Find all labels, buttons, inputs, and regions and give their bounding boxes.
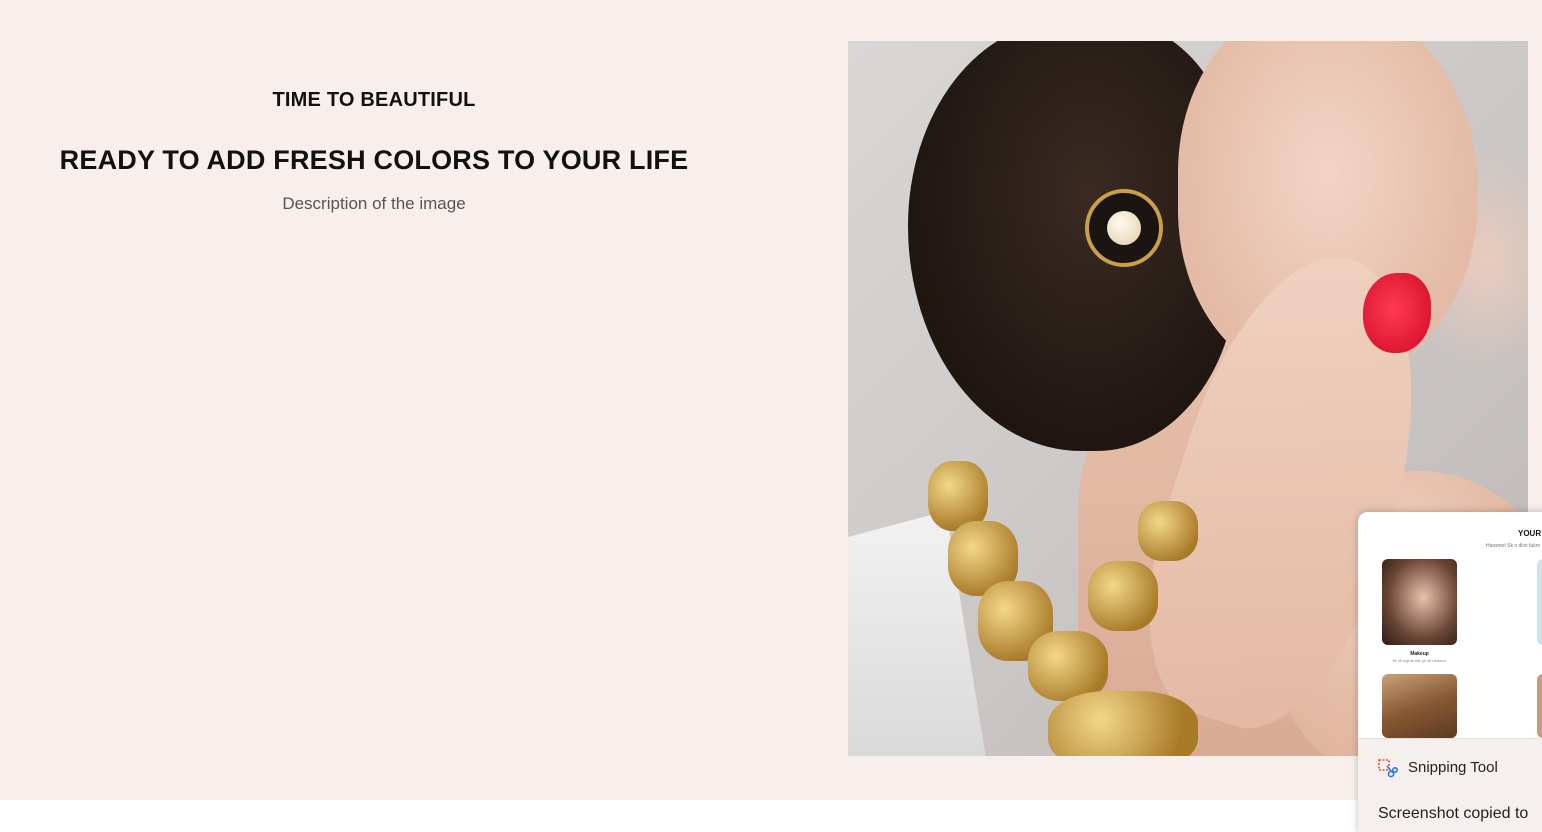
section-headline: READY TO ADD FRESH COLORS TO YOUR LIFE xyxy=(59,145,689,175)
hero-image-chain-link xyxy=(1028,631,1108,701)
section-description: Description of the image xyxy=(282,194,466,213)
snipping-tool-icon xyxy=(1378,759,1398,778)
notification-footer: Snipping Tool Screenshot copied to xyxy=(1358,738,1542,832)
snipping-tool-notification[interactable]: YOUR S Hassmet Sk n dkin fukre Makeup li… xyxy=(1358,512,1542,832)
hero-image-chain-link xyxy=(1138,501,1198,561)
preview-card-hair xyxy=(1382,674,1457,738)
preview-card-partial xyxy=(1537,559,1542,645)
notification-message: Screenshot copied to xyxy=(1378,805,1529,822)
preview-card-partial xyxy=(1537,674,1542,738)
preview-card-makeup xyxy=(1382,559,1457,645)
hero-image-chain-link xyxy=(1088,561,1158,631)
notification-app-name: Snipping Tool xyxy=(1408,759,1498,776)
hero-image-chain-link xyxy=(1048,691,1198,756)
preview-subtitle: Hassmet Sk n dkin fukre xyxy=(1486,543,1541,549)
hero-image-lips xyxy=(1363,273,1431,353)
preview-title: YOUR S xyxy=(1518,529,1542,538)
preview-card-sublabel: lift ofl eights nat gh ofl uldence xyxy=(1392,658,1447,663)
hero-image-earring xyxy=(1085,189,1163,267)
hero-section: TIME TO BEAUTIFUL READY TO ADD FRESH COL… xyxy=(0,0,1542,800)
section-kicker: TIME TO BEAUTIFUL xyxy=(272,89,476,111)
preview-card-label: Makeup xyxy=(1410,651,1429,657)
screenshot-preview[interactable]: YOUR S Hassmet Sk n dkin fukre Makeup li… xyxy=(1358,512,1542,738)
